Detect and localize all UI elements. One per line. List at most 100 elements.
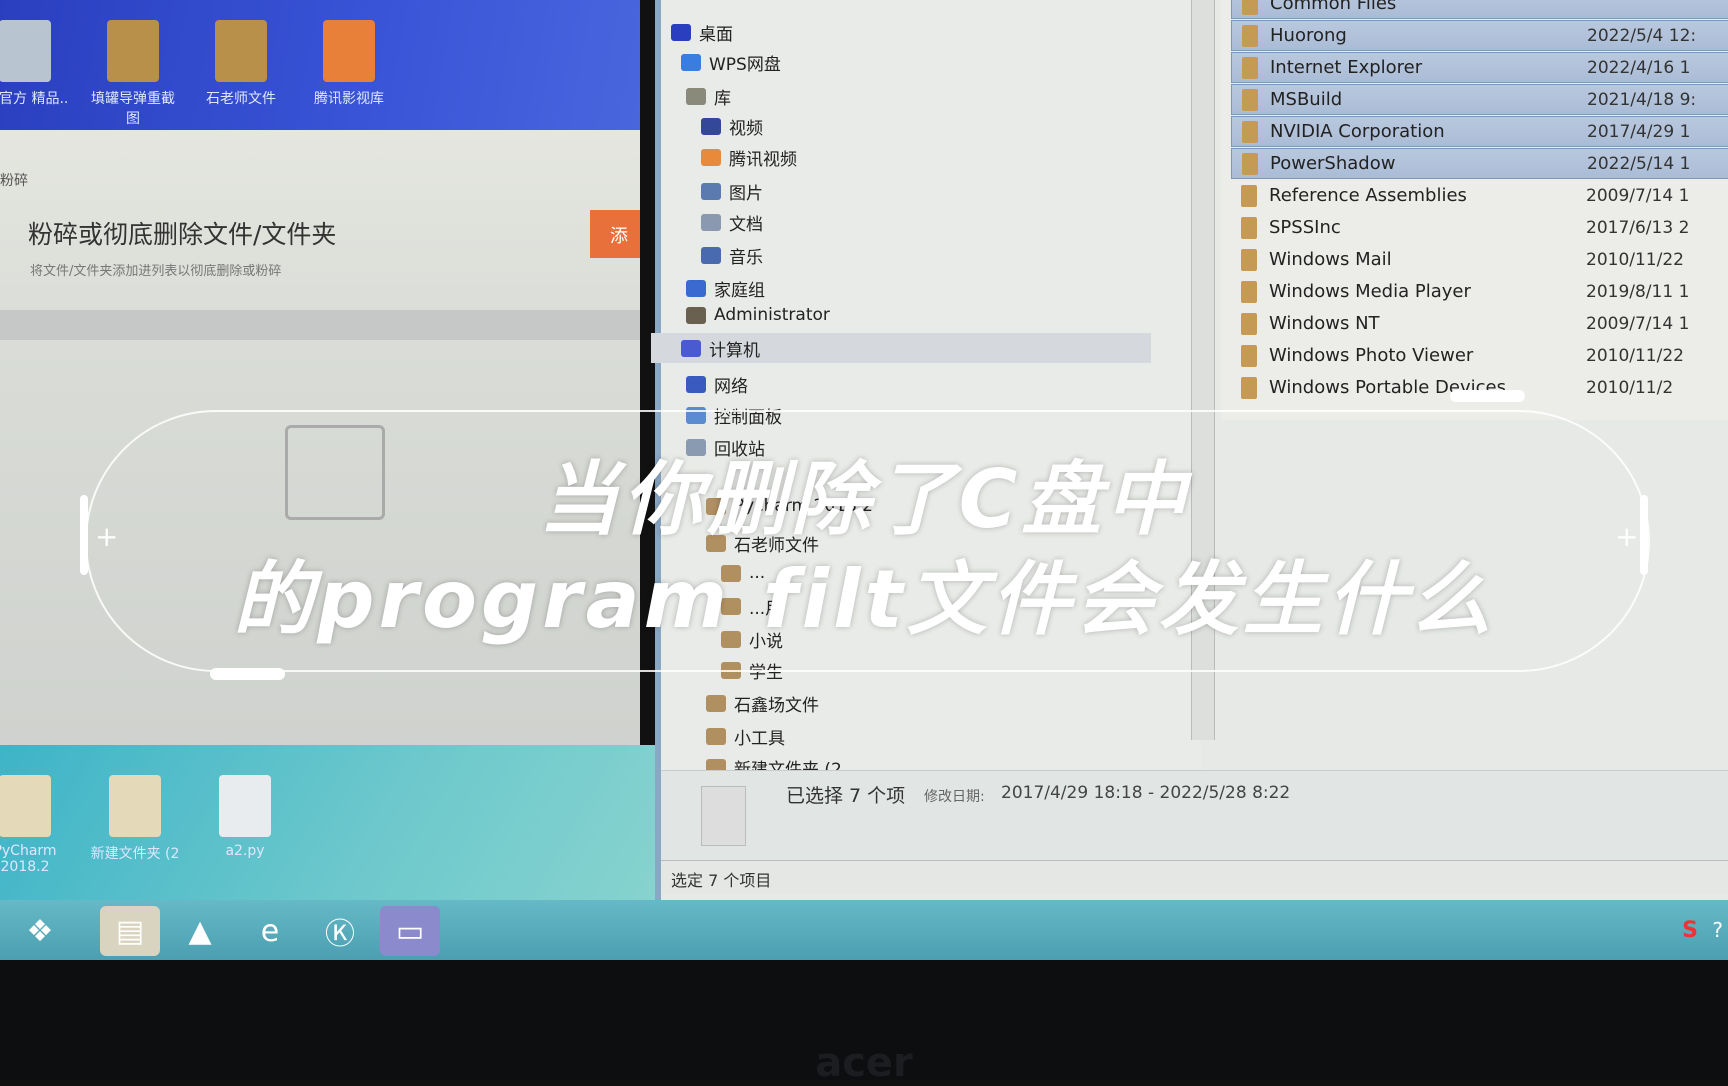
status-bar: 选定 7 个项目 [661, 860, 1728, 894]
monitor-bezel: acer [0, 960, 1728, 1086]
add-file-button[interactable]: 添 [590, 210, 640, 258]
list-header [0, 310, 640, 340]
nav-item[interactable]: 库 [686, 84, 731, 109]
file-row[interactable]: Internet Explorer 2022/4/16 1 [1231, 52, 1728, 83]
kugou-icon[interactable]: Ⓚ [310, 906, 370, 956]
file-row[interactable]: Windows Mail 2010/11/22 [1231, 244, 1728, 275]
desktop-icon-label: PyCharm 2018.2 [0, 843, 57, 875]
file-row[interactable]: Windows Media Player 2019/8/11 1 [1231, 276, 1728, 307]
network-tool-icon[interactable]: ▲ [170, 906, 230, 956]
nav-item[interactable]: 桌面 [671, 20, 733, 45]
file-row[interactable]: Windows Portable Devices 2010/11/2 [1231, 372, 1728, 403]
desktop-icon-label: 腾讯影视库 [314, 91, 384, 107]
file-row[interactable]: Huorong 2022/5/4 12: [1231, 20, 1728, 51]
nav-item[interactable]: 视频 [701, 114, 763, 139]
folder-icon [706, 695, 726, 712]
nav-item[interactable]: ...用 [721, 594, 782, 619]
nav-item[interactable]: 回收站 [686, 435, 765, 460]
nav-item[interactable]: ... [721, 563, 765, 583]
window-icon[interactable]: ▭ [380, 906, 440, 956]
file-row[interactable]: Windows Photo Viewer 2010/11/22 [1231, 340, 1728, 371]
nav-item[interactable]: 家庭组 [686, 276, 765, 301]
nav-item[interactable]: 小工具 [706, 724, 785, 749]
file-row[interactable]: Windows NT 2009/7/14 1 [1231, 308, 1728, 339]
file-date: 2017/6/13 2 [1586, 217, 1690, 238]
file-date: 2022/5/4 12: [1587, 25, 1697, 46]
nav-item-label: 腾讯视频 [729, 150, 797, 170]
folder-icon [1242, 152, 1258, 175]
folder-icon [721, 662, 741, 679]
nav-item-label: 库 [714, 89, 731, 109]
nav-item[interactable]: 文档 [701, 210, 763, 235]
desktop-icon[interactable]: a2.py [200, 775, 290, 859]
nav-scrollbar[interactable] [1191, 0, 1215, 740]
file-date: 2010/11/22 [1586, 345, 1684, 366]
nav-item-label: 图片 [729, 184, 763, 204]
nav-item[interactable]: 网络 [686, 372, 748, 397]
file-date: 2019/8/11 1 [1586, 281, 1690, 302]
ime-icon[interactable]: S [1682, 918, 1698, 943]
page-title: 粉碎或彻底删除文件/文件夹 [28, 220, 337, 249]
desktop-icon-label: a2.py [225, 843, 265, 859]
file-row[interactable]: NVIDIA Corporation 2017/4/29 1 [1231, 116, 1728, 147]
file-row[interactable]: PowerShadow 2022/5/14 1 [1231, 148, 1728, 179]
file-name: MSBuild [1270, 89, 1343, 110]
desktop-icon[interactable]: PyCharm 2018.2 [0, 775, 70, 875]
nav-item[interactable]: 学生 [721, 658, 783, 683]
breadcrumb: 粉碎 [0, 173, 28, 189]
help-icon[interactable]: ? [1712, 918, 1723, 942]
file-date: 2010/11/22 [1586, 249, 1684, 270]
desktop-icon[interactable]: 石老师文件 [196, 20, 286, 108]
nav-item[interactable]: 小说 [721, 627, 783, 652]
shortcut-icon [0, 20, 51, 82]
network-icon [686, 376, 706, 393]
nav-item[interactable]: Administrator [686, 305, 830, 325]
nav-item[interactable]: 图片 [701, 179, 763, 204]
start-icon[interactable]: ❖ [10, 906, 70, 956]
ie-icon[interactable]: e [240, 906, 300, 956]
file-row[interactable]: SPSSInc 2017/6/13 2 [1231, 212, 1728, 243]
nav-item[interactable]: 控制面板 [686, 403, 782, 428]
folder-icon [1241, 376, 1257, 399]
file-row[interactable]: Common Files [1231, 0, 1728, 19]
file-name: NVIDIA Corporation [1270, 121, 1445, 142]
desktop-top: on官方 精品.. 填罐导弹重截图 石老师文件 腾讯影视库 [0, 0, 640, 135]
nav-item[interactable]: 石鑫场文件 [706, 691, 819, 716]
desktop-icon-label: on官方 精品.. [0, 91, 69, 107]
file-row[interactable]: Reference Assemblies 2009/7/14 1 [1231, 180, 1728, 211]
nav-item-label: 回收站 [714, 440, 765, 460]
nav-item[interactable]: 石老师文件 [706, 531, 819, 556]
recycle-bin-icon [686, 439, 706, 456]
nav-item[interactable]: Pycharm 2018.2 [706, 496, 873, 516]
nav-item-label: 家庭组 [714, 281, 765, 301]
folder-icon [1241, 248, 1257, 271]
desktop-icon-label: 石老师文件 [206, 91, 276, 107]
nav-item-label: 小说 [749, 632, 783, 652]
nav-item[interactable]: 音乐 [701, 243, 763, 268]
file-date: 2022/4/16 1 [1587, 57, 1691, 78]
folder-icon [1241, 280, 1257, 303]
cloud-icon [681, 54, 701, 71]
nav-item-label: Pycharm 2018.2 [734, 496, 873, 516]
nav-item-label: 音乐 [729, 248, 763, 268]
explorer-icon[interactable]: ▤ [100, 906, 160, 956]
nav-item-label: 文档 [729, 215, 763, 235]
desktop-icon[interactable]: 填罐导弹重截图 [88, 20, 178, 128]
nav-item[interactable]: WPS网盘 [681, 50, 781, 75]
desktop-icon[interactable]: 腾讯影视库 [304, 20, 394, 108]
nav-item[interactable]: 腾讯视频 [701, 145, 797, 170]
shortcut-icon [215, 20, 267, 82]
desktop-icon[interactable]: on官方 精品.. [0, 20, 70, 108]
folder-icon [721, 631, 741, 648]
navigation-pane: 桌面 WPS网盘库视频腾讯视频图片文档音乐家庭组 Administrator 计算机网… [651, 0, 1201, 780]
folder-icon [721, 564, 741, 582]
file-name: Windows Mail [1269, 249, 1392, 270]
file-list: Common Files Huorong 2022/5/4 12: Internet … [1221, 0, 1728, 420]
file-row[interactable]: MSBuild 2021/4/18 9: [1231, 84, 1728, 115]
file-date: 2009/7/14 1 [1586, 313, 1690, 334]
details-pane: 已选择 7 个项 修改日期: 2017/4/29 18:18 - 2022/5/… [661, 770, 1728, 860]
modified-range: 2017/4/29 18:18 - 2022/5/28 8:22 [1001, 783, 1291, 803]
desktop-icon[interactable]: 新建文件夹 (2 [90, 775, 180, 863]
nav-item[interactable]: 计算机 [651, 333, 1151, 363]
nav-item-label: ...用 [749, 599, 783, 619]
